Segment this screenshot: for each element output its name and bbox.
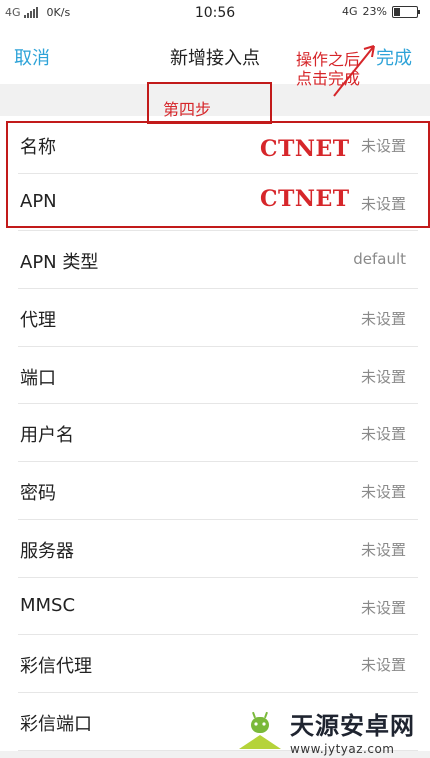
field-label: 密码 — [20, 483, 56, 505]
field-value: 未设置 — [360, 367, 406, 386]
field-value: default — [353, 250, 406, 269]
list-item[interactable]: 服务器 未设置 — [0, 520, 430, 578]
field-value: 未设置 — [360, 598, 406, 617]
annotation-arrow-icon — [333, 45, 375, 97]
apn-annotation-value: CTNET — [260, 186, 350, 212]
field-label: 彩信端口 — [20, 713, 92, 735]
field-label: 服务器 — [20, 540, 74, 562]
step-annotation: 第四步 — [163, 100, 212, 119]
list-item[interactable]: 端口 未设置 — [0, 347, 430, 405]
fields-annotation-box — [6, 121, 430, 228]
list-item[interactable]: APN 类型 default — [0, 231, 430, 289]
status-bar: 4G 0K/s 10:56 4G 23% — [0, 0, 430, 28]
field-label: 彩信代理 — [20, 656, 92, 678]
field-label: 代理 — [20, 310, 56, 332]
list-item[interactable]: 密码 未设置 — [0, 462, 430, 520]
field-value: 未设置 — [360, 483, 406, 502]
battery-fill — [394, 7, 400, 16]
list-item[interactable]: 用户名 未设置 — [0, 404, 430, 462]
field-label: MMSC — [20, 594, 76, 616]
field-label: APN 类型 — [20, 252, 99, 274]
android-logo-icon — [239, 711, 281, 749]
field-value: 未设置 — [360, 656, 406, 675]
list-item[interactable]: 代理 未设置 — [0, 289, 430, 347]
watermark-title: 天源安卓网 — [290, 712, 415, 740]
status-right: 4G 23% — [342, 5, 420, 18]
field-value: 未设置 — [360, 540, 406, 559]
field-value: 未设置 — [360, 425, 406, 444]
network-type-right: 4G — [342, 5, 358, 18]
battery-percent: 23% — [362, 5, 387, 18]
name-annotation-value: CTNET — [260, 136, 350, 162]
field-value: 未设置 — [360, 310, 406, 329]
field-label: 用户名 — [20, 425, 74, 447]
watermark: 天源安卓网 www.jytyaz.com — [236, 706, 415, 756]
field-label: 端口 — [20, 367, 56, 389]
list-item[interactable]: MMSC 未设置 — [0, 578, 430, 636]
done-button[interactable]: 完成 — [376, 44, 412, 70]
list-item[interactable]: 彩信代理 未设置 — [0, 635, 430, 693]
battery-icon — [392, 5, 420, 18]
watermark-url: www.jytyaz.com — [290, 742, 395, 756]
